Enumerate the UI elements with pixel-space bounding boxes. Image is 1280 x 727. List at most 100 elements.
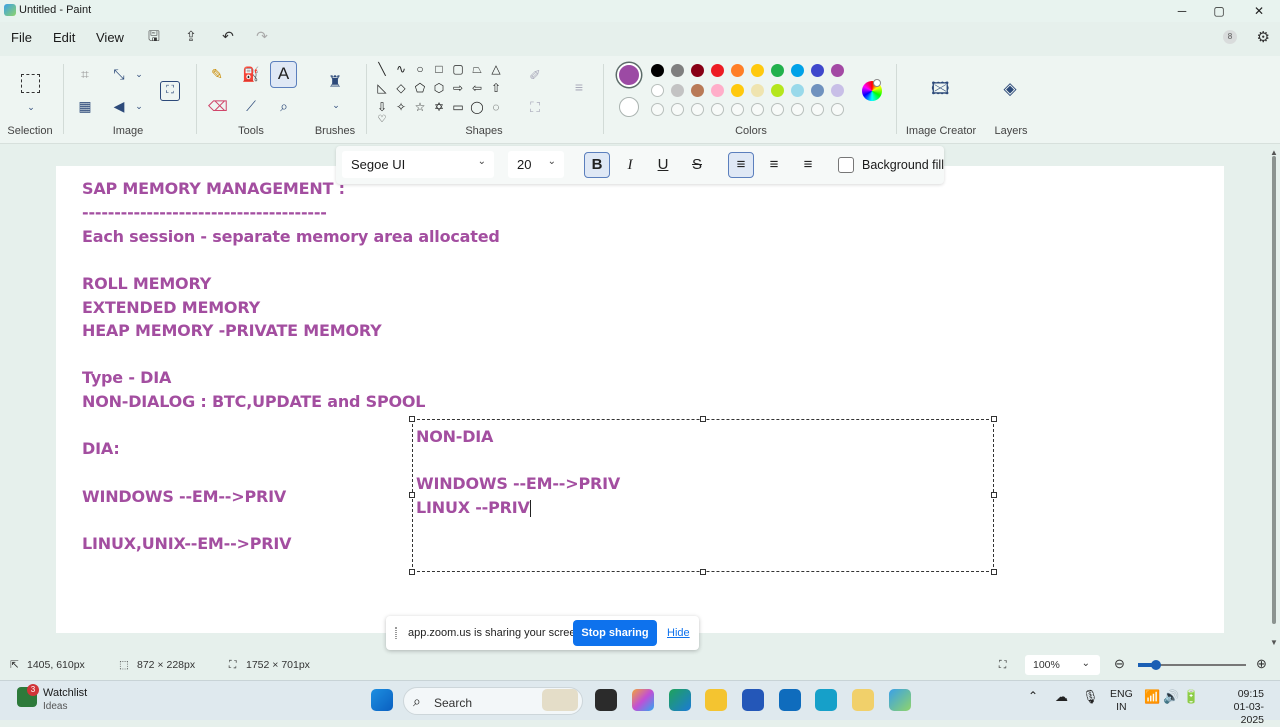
primary-color-swatch[interactable] xyxy=(617,63,641,87)
custom-color-slot[interactable] xyxy=(731,103,744,116)
image-remove-background-icon[interactable]: ⛶ xyxy=(160,81,180,101)
color-swatch[interactable] xyxy=(711,84,724,97)
account-avatar[interactable]: 8 xyxy=(1223,30,1237,44)
settings-gear-icon[interactable]: ⚙ xyxy=(1257,28,1270,46)
show-hidden-icons-icon[interactable]: ⌃ xyxy=(1028,689,1038,703)
custom-color-slot[interactable] xyxy=(711,103,724,116)
underline-button[interactable]: U xyxy=(650,152,676,178)
menu-edit[interactable]: Edit xyxy=(53,30,75,45)
resize-handle[interactable] xyxy=(409,416,415,422)
battery-icon[interactable]: 🔋 xyxy=(1183,689,1199,705)
italic-button[interactable]: I xyxy=(617,152,643,178)
star4-shape-icon[interactable]: ✧ xyxy=(394,100,408,114)
color-swatch[interactable] xyxy=(651,84,664,97)
scroll-down-arrow[interactable]: ▼ xyxy=(1270,638,1278,647)
color-swatch[interactable] xyxy=(751,64,764,77)
secondary-color-swatch[interactable] xyxy=(619,97,639,117)
zoom-out-icon[interactable]: ⊖ xyxy=(1114,656,1125,672)
stroke-size-icon[interactable]: ≡ xyxy=(570,78,588,96)
custom-color-slot[interactable] xyxy=(831,103,844,116)
custom-color-slot[interactable] xyxy=(691,103,704,116)
zoom-in-icon[interactable]: ⊕ xyxy=(1256,656,1267,672)
arrow-down-shape-icon[interactable]: ⇩ xyxy=(375,100,389,114)
arrow-up-shape-icon[interactable]: ⇧ xyxy=(489,81,503,95)
star6-shape-icon[interactable]: ✡ xyxy=(432,100,446,114)
wifi-icon[interactable]: 📶 xyxy=(1144,689,1160,705)
select-all-icon[interactable]: ▦ xyxy=(76,97,94,115)
image-creator-icon[interactable]: 🖾 xyxy=(931,80,950,98)
custom-color-slot[interactable] xyxy=(651,103,664,116)
chevron-down-icon[interactable]: ⌄ xyxy=(327,96,345,114)
custom-color-slot[interactable] xyxy=(671,103,684,116)
right-triangle-shape-icon[interactable]: ◺ xyxy=(375,81,389,95)
share-icon[interactable]: ⇪ xyxy=(183,28,199,44)
line-shape-icon[interactable]: ╲ xyxy=(375,62,389,76)
hide-link[interactable]: Hide xyxy=(667,627,690,639)
drag-handle[interactable] xyxy=(395,627,397,639)
color-swatch[interactable] xyxy=(731,64,744,77)
file-explorer-icon[interactable] xyxy=(705,689,727,711)
heart-shape-icon[interactable]: ♡ xyxy=(375,115,389,125)
rounded-rectangle-shape-icon[interactable]: ▢ xyxy=(451,62,465,76)
start-button-icon[interactable] xyxy=(371,689,393,711)
clock[interactable]: 09:15 01-03-2025 xyxy=(1212,688,1264,727)
color-swatch[interactable] xyxy=(671,64,684,77)
curve-shape-icon[interactable]: ∿ xyxy=(394,62,408,76)
rotate-icon[interactable]: ◀ xyxy=(110,97,128,115)
color-picker-icon[interactable]: ⟋ xyxy=(242,97,260,115)
fill-bucket-icon[interactable]: ⛽ xyxy=(242,65,260,83)
font-size-dropdown[interactable]: 20 ⌄ xyxy=(508,151,564,178)
bold-button[interactable]: B xyxy=(584,152,610,178)
resize-icon[interactable]: ⤡ xyxy=(110,65,128,83)
save-icon[interactable]: 🖫 xyxy=(146,28,162,44)
layers-icon[interactable]: ◈ xyxy=(1001,80,1019,98)
redo-icon[interactable]: ↷ xyxy=(254,28,270,44)
outlook-icon[interactable] xyxy=(779,689,801,711)
crop-icon[interactable]: ⌗ xyxy=(76,65,94,83)
color-swatch[interactable] xyxy=(811,64,824,77)
magnifier-icon[interactable]: ⌕ xyxy=(275,97,293,115)
resize-handle[interactable] xyxy=(409,569,415,575)
shape-fill-icon[interactable]: ⛶ xyxy=(526,98,544,116)
color-swatch[interactable] xyxy=(831,84,844,97)
copilot-icon[interactable] xyxy=(632,689,654,711)
custom-color-slot[interactable] xyxy=(811,103,824,116)
custom-color-slot[interactable] xyxy=(771,103,784,116)
chevron-down-icon[interactable]: ⌄ xyxy=(130,97,148,115)
task-view-icon[interactable] xyxy=(595,689,617,711)
app-cube-icon[interactable] xyxy=(815,689,837,711)
arrow-left-shape-icon[interactable]: ⇦ xyxy=(470,81,484,95)
store-icon[interactable] xyxy=(742,689,764,711)
color-swatch[interactable] xyxy=(691,64,704,77)
resize-handle[interactable] xyxy=(991,492,997,498)
notepad-icon[interactable] xyxy=(852,689,874,711)
custom-color-slot[interactable] xyxy=(791,103,804,116)
color-swatch[interactable] xyxy=(691,84,704,97)
fit-to-window-icon[interactable]: ⛶ xyxy=(999,659,1006,672)
color-swatch[interactable] xyxy=(651,64,664,77)
minimize-button[interactable]: ─ xyxy=(1167,2,1197,20)
active-text-box[interactable] xyxy=(412,419,994,572)
language-indicator[interactable]: ENG IN xyxy=(1110,688,1133,714)
resize-handle[interactable] xyxy=(991,416,997,422)
microphone-icon[interactable]: 🎙 xyxy=(1082,689,1099,705)
color-swatch[interactable] xyxy=(711,64,724,77)
widget-title[interactable]: Watchlist xyxy=(43,687,87,699)
color-swatch[interactable] xyxy=(791,84,804,97)
chevron-down-icon[interactable]: ⌄ xyxy=(130,65,148,83)
zoom-slider-knob[interactable] xyxy=(1151,660,1161,670)
background-fill-checkbox[interactable] xyxy=(838,157,854,173)
maximize-button[interactable]: ▢ xyxy=(1204,2,1234,20)
color-swatch[interactable] xyxy=(791,64,804,77)
text-tool-icon[interactable]: A xyxy=(270,61,297,88)
resize-handle[interactable] xyxy=(700,416,706,422)
color-swatch[interactable] xyxy=(731,84,744,97)
align-right-button[interactable]: ≡ xyxy=(795,152,821,178)
resize-handle[interactable] xyxy=(409,492,415,498)
pentagon-shape-icon[interactable]: ⬠ xyxy=(413,81,427,95)
onedrive-icon[interactable]: ☁ xyxy=(1055,689,1068,705)
resize-handle[interactable] xyxy=(700,569,706,575)
close-button[interactable]: ✕ xyxy=(1244,2,1274,20)
outline-icon[interactable]: ✐ xyxy=(526,66,544,84)
callout-rect-shape-icon[interactable]: ▭ xyxy=(451,100,465,114)
